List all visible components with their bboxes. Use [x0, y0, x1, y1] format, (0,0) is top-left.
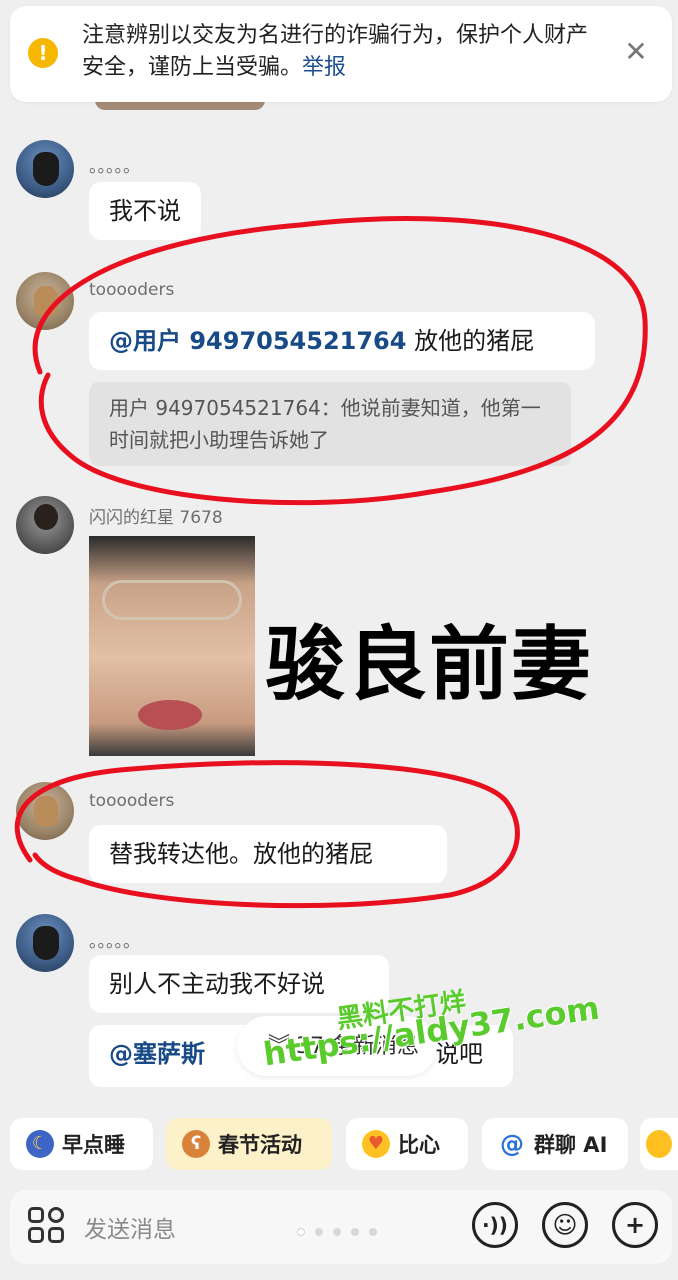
chip-label: 早点睡	[62, 1133, 125, 1157]
avatar[interactable]	[16, 140, 74, 198]
chip-more-partial[interactable]	[640, 1118, 678, 1170]
message-input[interactable]: 发送消息	[84, 1210, 176, 1244]
emoji-icon	[646, 1130, 672, 1158]
sender-name: tooooders	[89, 280, 175, 300]
moon-icon: ☾	[26, 1130, 54, 1158]
page-indicator	[297, 1228, 377, 1236]
avatar[interactable]	[16, 914, 74, 972]
bear-icon: ʕ	[182, 1130, 210, 1158]
message-bubble[interactable]: @用户 9497054521764 放他的猪屁	[89, 312, 595, 370]
voice-icon[interactable]: ·))	[472, 1202, 518, 1248]
chip-spring-festival[interactable]: ʕ 春节活动	[166, 1118, 332, 1170]
avatar[interactable]	[16, 782, 74, 840]
at-icon: @	[500, 1130, 524, 1158]
sender-name: 。。。。。	[89, 932, 140, 952]
avatar[interactable]	[16, 272, 74, 330]
chip-group-ai[interactable]: @ 群聊 AI	[482, 1118, 628, 1170]
message-bubble[interactable]: 我不说	[89, 182, 201, 240]
emoji-icon[interactable]: ☺	[542, 1202, 588, 1248]
apps-grid-icon[interactable]	[28, 1207, 66, 1245]
close-icon[interactable]: ✕	[620, 36, 652, 68]
report-link[interactable]: 举报	[302, 55, 346, 80]
quoted-message[interactable]: 用户 9497054521764：他说前妻知道，他第一时间就把小助理告诉她了	[89, 382, 571, 466]
mention-link[interactable]: @塞萨斯	[109, 1040, 205, 1068]
plus-icon[interactable]: +	[612, 1202, 658, 1248]
chip-early-sleep[interactable]: ☾ 早点睡	[10, 1118, 153, 1170]
sender-name: 。。。。。	[89, 157, 140, 177]
chip-label: 群聊 AI	[534, 1133, 608, 1157]
sticker-face-mouth	[138, 700, 202, 730]
sender-name: tooooders	[89, 791, 175, 811]
sticker-caption: 骏良前妻	[265, 618, 593, 711]
message-text: 放他的猪屁	[406, 327, 535, 355]
message-bubble[interactable]: 替我转达他。放他的猪屁	[89, 825, 447, 883]
chip-label: 春节活动	[218, 1133, 302, 1157]
chip-finger-heart[interactable]: ♥ 比心	[346, 1118, 468, 1170]
sender-name: 闪闪的红星 7678	[89, 508, 223, 528]
avatar[interactable]	[16, 496, 74, 554]
heart-chick-icon: ♥	[362, 1130, 390, 1158]
chip-label: 比心	[398, 1133, 440, 1157]
warning-icon: !	[28, 38, 58, 68]
warning-text: 注意辨别以交友为名进行的诈骗行为，保护个人财产安全，谨防上当受骗。举报	[82, 20, 602, 84]
mention-link[interactable]: @用户 9497054521764	[109, 327, 406, 355]
sticker-face-glasses	[102, 580, 242, 620]
